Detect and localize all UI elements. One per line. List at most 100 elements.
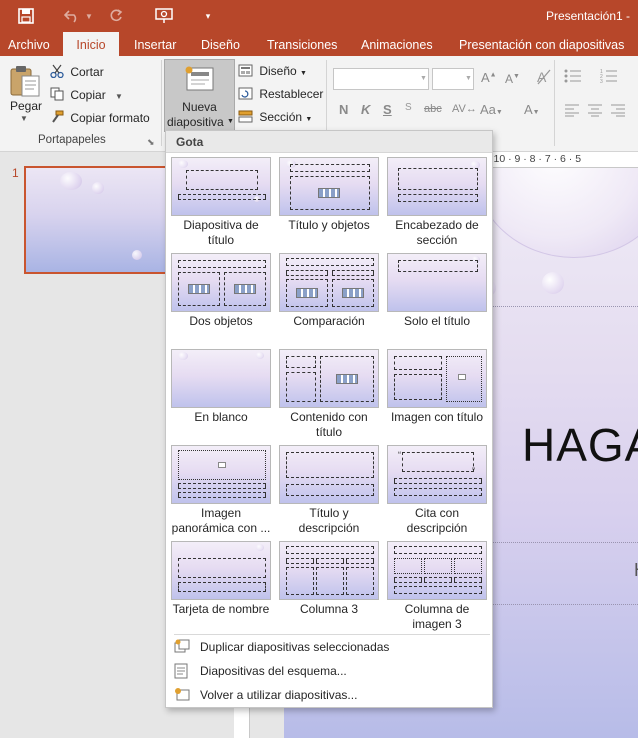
layout-section-header[interactable]: Encabezado de sección xyxy=(387,157,487,248)
layout-quote-caption[interactable]: “ ” Cita con descripción xyxy=(387,445,487,536)
layout-label: Columna 3 xyxy=(299,602,359,616)
numbering-icon[interactable]: 123 xyxy=(600,68,618,87)
layout-icon xyxy=(238,64,253,80)
layout-thumbnail xyxy=(171,253,271,312)
redo-icon[interactable] xyxy=(104,4,128,28)
group-separator xyxy=(554,60,555,146)
copy-button[interactable]: Copiar ▼ xyxy=(50,87,123,104)
layout-comparison[interactable]: Comparación xyxy=(279,253,379,329)
layout-title-only[interactable]: Solo el título xyxy=(387,253,487,329)
tab-inicio[interactable]: Inicio xyxy=(63,32,119,56)
layout-label: Comparación xyxy=(293,314,365,328)
grow-font-icon[interactable]: A▲ xyxy=(481,70,497,85)
font-size-dropdown-icon[interactable]: ▼ xyxy=(465,68,474,90)
italic-button[interactable]: K xyxy=(361,102,370,117)
slideshow-start-icon[interactable] xyxy=(152,4,176,28)
layout-label: Título y descripción xyxy=(298,506,360,535)
font-name-dropdown-icon[interactable]: ▼ xyxy=(420,68,430,90)
placeholder-border xyxy=(492,542,638,543)
bold-button[interactable]: N xyxy=(339,102,348,117)
format-painter-label: Copiar formato xyxy=(70,110,150,125)
layout-three-column[interactable]: Columna 3 xyxy=(279,541,379,617)
droplet-decoration xyxy=(542,272,564,294)
new-slide-gallery: Gota Diapositiva de título Título y obje… xyxy=(165,130,493,708)
slide-title-text[interactable]: HAGA xyxy=(522,418,638,472)
shadow-button[interactable]: S xyxy=(405,102,412,113)
content-icons xyxy=(342,288,364,298)
paste-icon[interactable] xyxy=(8,64,42,98)
layout-two-content[interactable]: Dos objetos xyxy=(171,253,271,329)
droplet-decoration xyxy=(92,182,104,194)
slide-thumbnail[interactable] xyxy=(24,166,174,274)
placeholder-box xyxy=(178,260,266,268)
bullets-icon[interactable] xyxy=(564,68,582,87)
reset-button[interactable]: Restablecer xyxy=(238,87,323,103)
layout-panoramic-picture[interactable]: Imagen panorámica con ... xyxy=(171,445,271,536)
placeholder-box xyxy=(286,270,328,276)
tab-archivo[interactable]: Archivo xyxy=(0,32,58,56)
align-center-icon[interactable] xyxy=(587,103,603,120)
layout-button[interactable]: Diseño ▼ xyxy=(238,64,307,80)
section-label: Sección xyxy=(259,110,303,125)
placeholder-box xyxy=(346,567,374,595)
layout-label: Encabezado de sección xyxy=(395,218,479,247)
layout-name-card[interactable]: Tarjeta de nombre xyxy=(171,541,271,617)
tab-diseno[interactable]: Diseño xyxy=(193,32,248,56)
undo-icon[interactable] xyxy=(60,4,84,28)
save-icon[interactable] xyxy=(14,4,38,28)
layout-thumbnail: “ ” xyxy=(387,445,487,504)
section-icon xyxy=(238,110,253,126)
layout-title-slide[interactable]: Diapositiva de título xyxy=(171,157,271,248)
outline-slides-command[interactable]: Diapositivas del esquema... xyxy=(174,661,484,681)
font-color-icon[interactable]: A▼ xyxy=(524,102,540,117)
placeholder-box xyxy=(402,452,474,472)
align-left-icon[interactable] xyxy=(564,103,580,120)
font-name-combo[interactable] xyxy=(333,68,429,90)
layout-title-caption[interactable]: Título y descripción xyxy=(279,445,379,536)
layout-three-picture-column[interactable]: Columna de imagen 3 xyxy=(387,541,487,632)
reuse-slides-icon xyxy=(174,687,190,703)
paste-dropdown-icon[interactable]: ▼ xyxy=(20,114,28,123)
layout-label: Contenido con título xyxy=(290,410,368,439)
layout-thumbnail xyxy=(387,541,487,600)
paste-button[interactable]: Pegar xyxy=(10,99,42,113)
slide-subtitle-text[interactable]: H xyxy=(634,560,638,581)
placeholder-box xyxy=(424,577,452,583)
tab-transiciones[interactable]: Transiciones xyxy=(259,32,345,56)
change-case-icon[interactable]: Aa▼ xyxy=(480,102,503,117)
layout-picture-caption[interactable]: Imagen con título xyxy=(387,349,487,425)
duplicate-slides-command[interactable]: Duplicar diapositivas seleccionadas xyxy=(174,637,484,657)
underline-button[interactable]: S xyxy=(383,102,392,117)
reuse-slides-command[interactable]: Volver a utilizar diapositivas... xyxy=(174,685,484,705)
new-slide-dropdown-icon: ▼ xyxy=(227,118,234,125)
placeholder-box xyxy=(178,582,266,592)
format-painter-button[interactable]: Copiar formato xyxy=(50,110,150,127)
new-slide-button[interactable]: Nueva diapositiva ▼ xyxy=(164,59,235,132)
section-button[interactable]: Sección ▼ xyxy=(238,110,312,126)
clear-formatting-icon[interactable]: A xyxy=(536,68,552,89)
copy-dropdown-icon[interactable]: ▼ xyxy=(115,92,123,101)
layout-blank[interactable]: En blanco xyxy=(171,349,271,425)
placeholder-border xyxy=(492,306,638,307)
tab-insertar[interactable]: Insertar xyxy=(126,32,184,56)
placeholder-box xyxy=(394,488,482,496)
undo-dropdown-icon[interactable]: ▼ xyxy=(84,4,94,28)
quote-mark: ” xyxy=(472,466,475,476)
layout-label: En blanco xyxy=(194,410,248,424)
spacing-icon[interactable]: AV↔ xyxy=(452,103,477,115)
tab-presentacion[interactable]: Presentación con diapositivas xyxy=(451,32,632,56)
customize-qat-icon[interactable]: ▾ xyxy=(198,4,218,28)
cut-button[interactable]: Cortar xyxy=(50,64,104,81)
layout-content-caption[interactable]: Contenido con título xyxy=(279,349,379,440)
tab-animaciones[interactable]: Animaciones xyxy=(353,32,441,56)
title-bar: ▼ ▾ Presentación1 - xyxy=(0,0,638,32)
layout-label: Dos objetos xyxy=(189,314,253,328)
align-right-icon[interactable] xyxy=(610,103,626,120)
clipboard-launcher-icon[interactable]: ⬊ xyxy=(147,137,155,148)
placeholder-box xyxy=(186,170,258,190)
layout-thumbnail xyxy=(171,541,271,600)
layout-title-content[interactable]: Título y objetos xyxy=(279,157,379,233)
shrink-font-icon[interactable]: A▼ xyxy=(505,72,520,86)
strikethrough-button[interactable]: abc xyxy=(424,103,442,115)
placeholder-box xyxy=(286,567,314,595)
